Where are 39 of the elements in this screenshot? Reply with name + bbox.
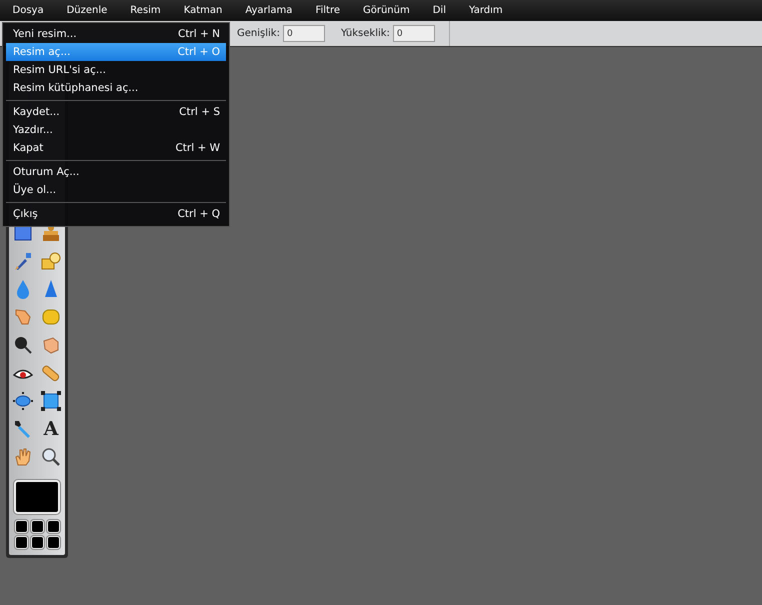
menu-item[interactable]: Düzenle — [56, 0, 118, 21]
eyedropper-icon[interactable] — [13, 419, 33, 439]
menu-item[interactable]: Kapat Ctrl + W — [6, 139, 226, 157]
menu-item[interactable]: Oturum Aç... — [6, 163, 226, 181]
menu-item[interactable]: Çıkış Ctrl + Q — [6, 205, 226, 223]
search-icon[interactable] — [41, 447, 61, 467]
burn-tool-icon[interactable] — [13, 335, 33, 355]
menu-item[interactable]: Filtre — [304, 0, 350, 21]
ellipse-icon[interactable] — [13, 391, 33, 411]
height-label: Yükseklik: — [340, 28, 390, 39]
menu-item[interactable]: Dosya — [2, 0, 54, 21]
color-swatch[interactable] — [30, 520, 44, 533]
color-swatch[interactable] — [14, 480, 60, 514]
color-swatch[interactable] — [30, 536, 44, 549]
menu-item[interactable]: Resim URL'si aç... — [6, 61, 226, 79]
hand-icon[interactable] — [13, 447, 33, 467]
color-swatch[interactable] — [46, 520, 60, 533]
menu-item[interactable]: Görünüm — [352, 0, 420, 21]
sponge-icon[interactable] — [41, 307, 61, 327]
menu-item[interactable]: Dil — [422, 0, 456, 21]
text-tool[interactable]: A — [41, 419, 61, 439]
menu-item[interactable]: Ayarlama — [234, 0, 303, 21]
height-field[interactable]: 0 — [392, 25, 435, 42]
color-swatch[interactable] — [14, 520, 28, 533]
color-swatch[interactable] — [14, 536, 28, 549]
square-handles-icon[interactable] — [41, 391, 61, 411]
menu-item[interactable]: Katman — [173, 0, 233, 21]
menu-item[interactable]: Resim kütüphanesi aç... — [6, 79, 226, 97]
menu-item[interactable]: Üye ol... — [6, 181, 226, 199]
menu-item[interactable]: Kaydet... Ctrl + S — [6, 103, 226, 121]
width-field[interactable]: 0 — [282, 25, 325, 42]
width-label: Genişlik: — [237, 28, 280, 39]
menu-item[interactable]: Yazdır... — [6, 121, 226, 139]
menu-item[interactable]: Yardım — [458, 0, 514, 21]
shapes-icon[interactable] — [41, 251, 61, 271]
menu-item[interactable]: Yeni resim... Ctrl + N — [6, 25, 226, 43]
color-swatch[interactable] — [46, 536, 60, 549]
menu-item[interactable]: Resim — [120, 0, 172, 21]
brush-icon[interactable] — [13, 251, 33, 271]
